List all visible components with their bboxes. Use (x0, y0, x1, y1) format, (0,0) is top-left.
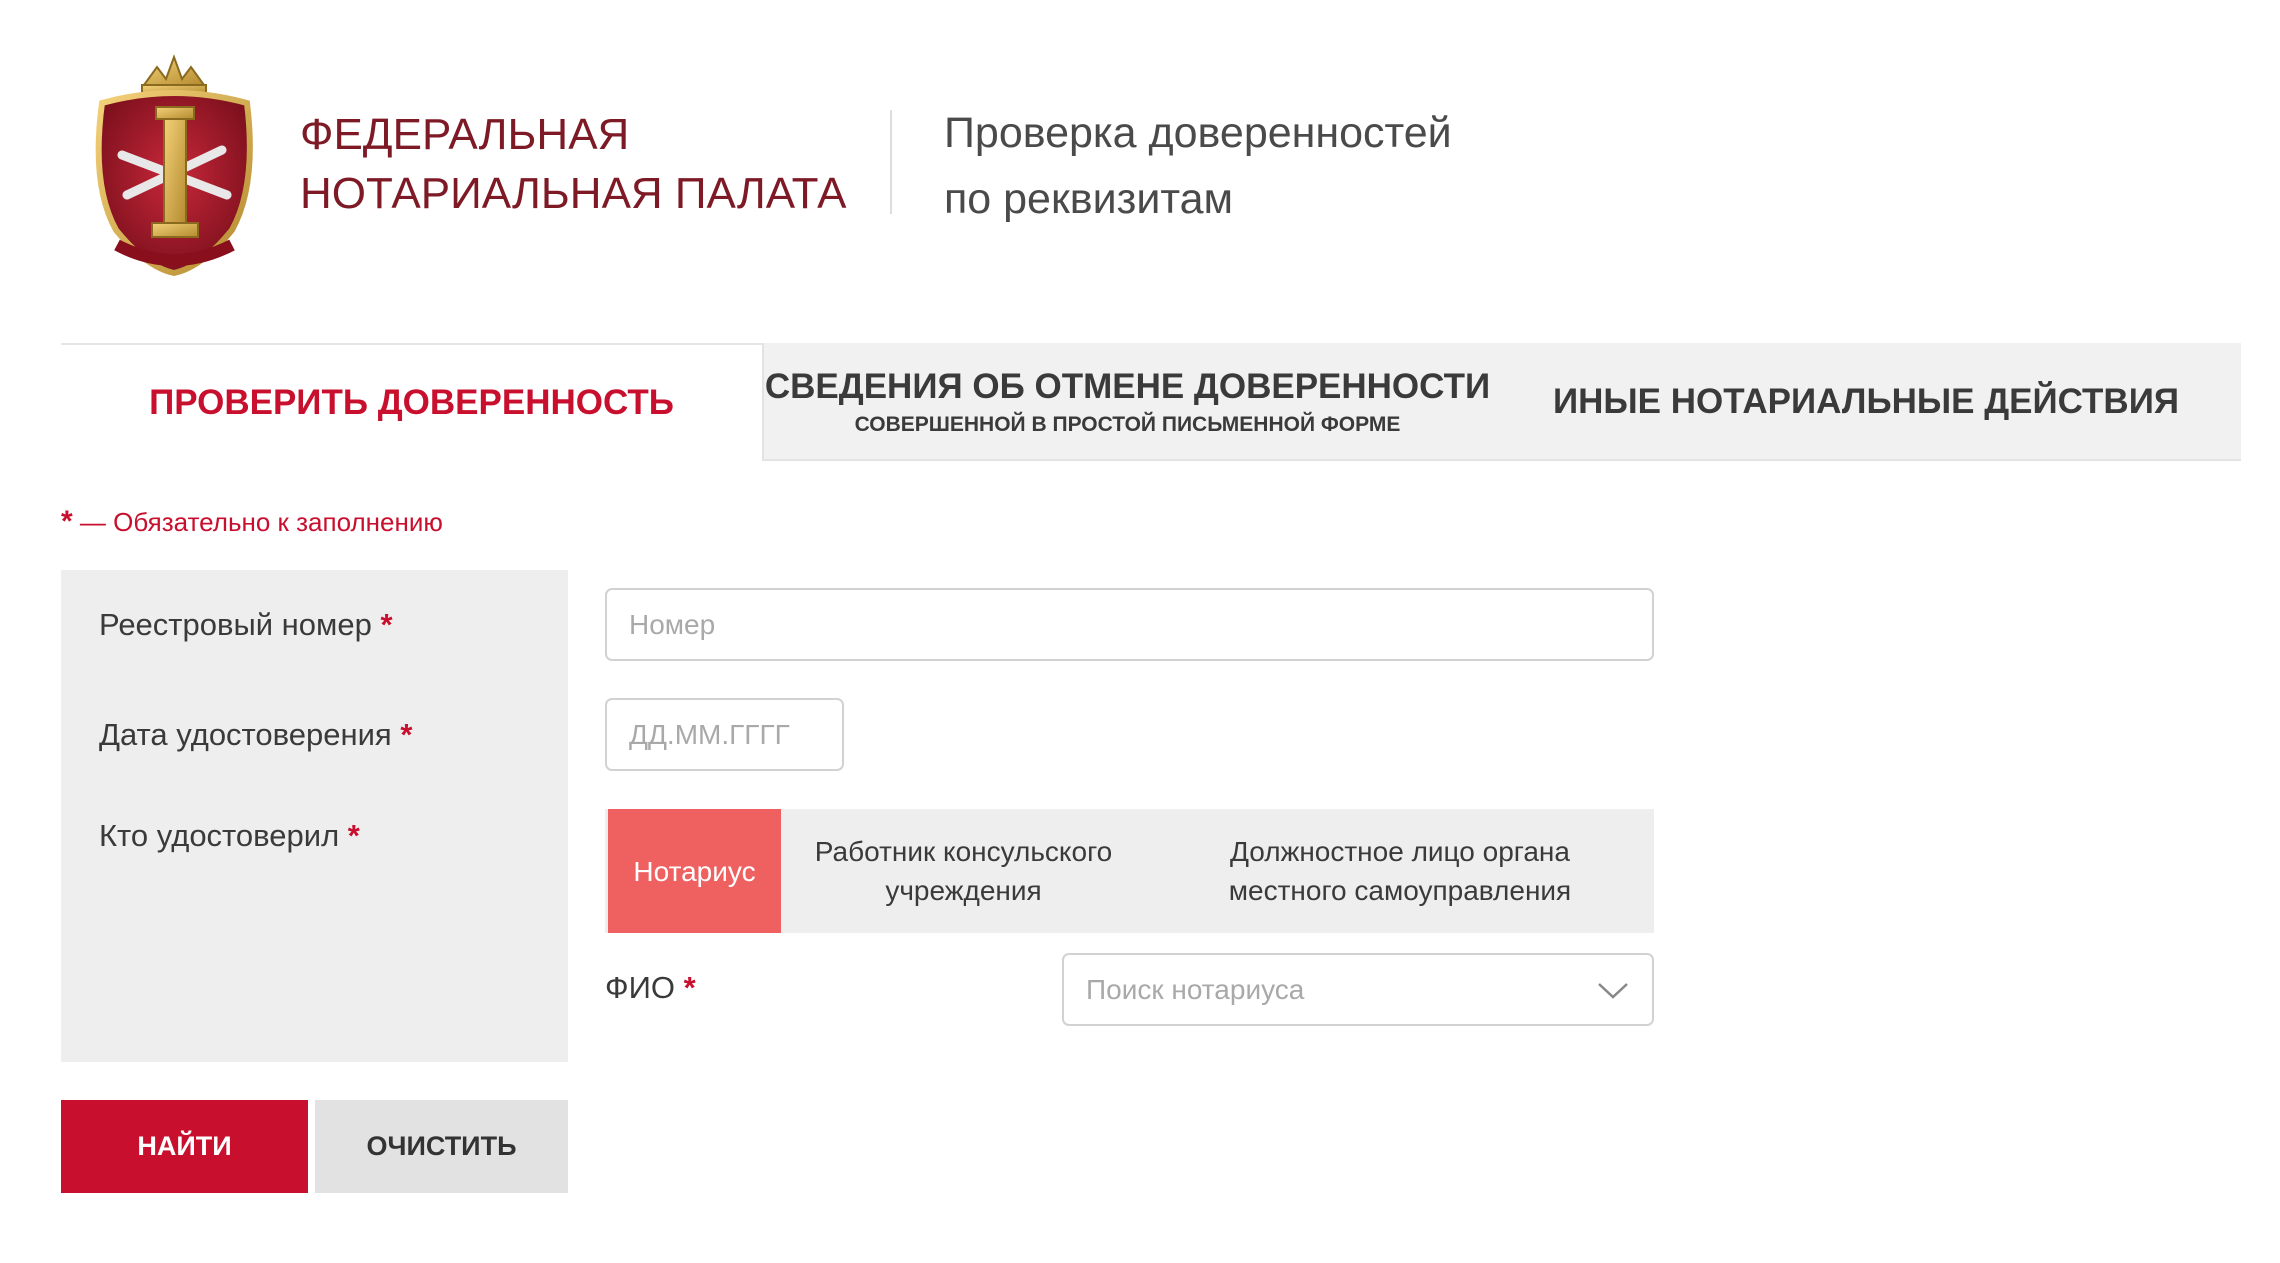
label-text: Кто удостоверил (99, 818, 340, 853)
option-label-line1: Работник консульского (814, 836, 1113, 867)
tab-sublabel: СОВЕРШЕННОЙ В ПРОСТОЙ ПИСЬМЕННОЙ ФОРМЕ (854, 413, 1401, 436)
option-label: Нотариус (633, 855, 756, 887)
notary-search-placeholder: Поиск нотариуса (1086, 974, 1305, 1005)
header-divider (890, 110, 892, 214)
organization-name: ФЕДЕРАЛЬНАЯ НОТАРИАЛЬНАЯ ПАЛАТА (300, 105, 846, 223)
fio-label: ФИО * (605, 970, 696, 1006)
clear-button[interactable]: ОЧИСТИТЬ (315, 1100, 568, 1193)
form-labels-panel: Реестровый номер * Дата удостоверения * … (61, 570, 568, 1062)
tab-revocation-info[interactable]: СВЕДЕНИЯ ОБ ОТМЕНЕ ДОВЕРЕННОСТИ СОВЕРШЕН… (762, 343, 1493, 461)
required-fields-note: * — Обязательно к заполнению (61, 505, 443, 539)
clear-button-label: ОЧИСТИТЬ (366, 1131, 517, 1161)
option-label-line1: Должностное лицо органа (1230, 836, 1570, 867)
required-mark: * (683, 970, 696, 1005)
option-notary[interactable]: Нотариус (608, 809, 781, 933)
label-text: Дата удостоверения (99, 717, 392, 752)
tab-check-power-of-attorney[interactable]: ПРОВЕРИТЬ ДОВЕРЕННОСТЬ (61, 343, 762, 461)
option-label-line2: учреждения (885, 875, 1042, 906)
tab-label: СВЕДЕНИЯ ОБ ОТМЕНЕ ДОВЕРЕННОСТИ (764, 367, 1491, 406)
label-text: Реестровый номер (99, 607, 372, 642)
required-mark: * (380, 607, 393, 642)
find-button-label: НАЙТИ (137, 1131, 232, 1161)
tab-other-notarial-actions[interactable]: ИНЫЕ НОТАРИАЛЬНЫЕ ДЕЙСТВИЯ (1493, 343, 2239, 461)
registry-number-label: Реестровый номер * (99, 607, 393, 643)
required-mark: * (347, 818, 360, 853)
option-consular-worker[interactable]: Работник консульского учреждения (781, 809, 1146, 933)
certified-by-label: Кто удостоверил * (99, 818, 360, 854)
org-name-line2: НОТАРИАЛЬНАЯ ПАЛАТА (300, 169, 847, 218)
required-mark: * (400, 717, 413, 752)
certification-date-label: Дата удостоверения * (99, 717, 412, 753)
option-label-line2: местного самоуправления (1228, 875, 1572, 906)
org-name-line1: ФЕДЕРАЛЬНАЯ (300, 110, 630, 159)
label-text: ФИО (605, 970, 675, 1005)
tab-label: ПРОВЕРИТЬ ДОВЕРЕННОСТЬ (149, 383, 674, 422)
certified-by-selector: Нотариус Работник консульского учреждени… (605, 809, 1654, 933)
find-button[interactable]: НАЙТИ (61, 1100, 308, 1193)
required-star: * (61, 505, 73, 538)
tab-label: ИНЫЕ НОТАРИАЛЬНЫЕ ДЕЙСТВИЯ (1552, 382, 2180, 421)
page-title-line2: по реквизитам (944, 175, 1234, 223)
notary-chamber-logo (82, 45, 267, 280)
page-title-line1: Проверка доверенностей (944, 109, 1452, 157)
chevron-down-icon[interactable] (1596, 975, 1630, 1005)
certification-date-input[interactable] (605, 698, 844, 771)
tab-bar: ПРОВЕРИТЬ ДОВЕРЕННОСТЬ СВЕДЕНИЯ ОБ ОТМЕН… (61, 343, 2241, 461)
notary-search-select[interactable]: Поиск нотариуса (1062, 953, 1654, 1026)
page-title: Проверка доверенностей по реквизитам (944, 100, 1452, 232)
option-local-government-official[interactable]: Должностное лицо органа местного самоупр… (1146, 809, 1654, 933)
registry-number-input[interactable] (605, 588, 1654, 661)
required-note-text: — Обязательно к заполнению (72, 507, 443, 537)
